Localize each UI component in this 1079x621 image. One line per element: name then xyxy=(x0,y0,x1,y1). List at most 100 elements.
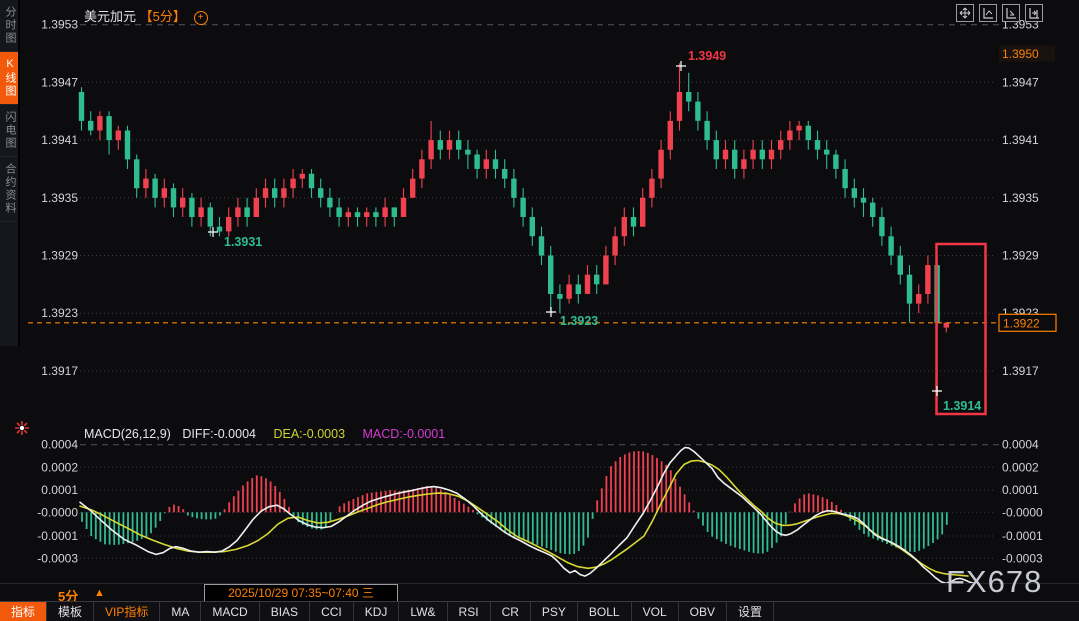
toolbar-item-BIAS[interactable]: BIAS xyxy=(260,602,310,621)
candle-body xyxy=(263,188,268,198)
pan-icon[interactable] xyxy=(956,4,974,22)
candle-body xyxy=(557,294,562,299)
candle-body xyxy=(530,217,535,236)
status-bar: 5分 ▲ 2025/10/29 07:35~07:40 三 xyxy=(0,583,1079,602)
candle-body xyxy=(382,207,387,217)
candle-body xyxy=(622,217,627,236)
axis-label: 1.3950 xyxy=(1002,47,1039,61)
candle-body xyxy=(760,150,765,160)
toolbar-item-VIP指标[interactable]: VIP指标 xyxy=(94,602,160,621)
toolbar-item-RSI[interactable]: RSI xyxy=(448,602,491,621)
candle-body xyxy=(272,188,277,198)
toolbar-item-指标[interactable]: 指标 xyxy=(0,602,47,621)
candle-body xyxy=(235,207,240,217)
candle-body xyxy=(796,126,801,131)
candle-body xyxy=(649,179,654,198)
candle-body xyxy=(576,284,581,294)
candle-body xyxy=(594,275,599,285)
toolbar-item-设置[interactable]: 设置 xyxy=(727,602,774,621)
axis-label: 0.0002 xyxy=(1002,460,1039,474)
toolbar-item-LW&[interactable]: LW& xyxy=(399,602,447,621)
candle-body xyxy=(152,179,157,198)
candle-body xyxy=(548,256,553,295)
toolbar-item-BOLL[interactable]: BOLL xyxy=(578,602,632,621)
toolbar-item-CR[interactable]: CR xyxy=(491,602,531,621)
axis-label: 0.0004 xyxy=(41,438,78,452)
period-label: 【5分】 xyxy=(140,9,186,24)
macd-name: MACD(26,12,9) xyxy=(84,427,171,441)
candle-body xyxy=(336,207,341,217)
toolbar-item-模板[interactable]: 模板 xyxy=(47,602,94,621)
app-window: 分时图K线图闪电图合约资料 美元加元 【5分】 + 1.39491.39311.… xyxy=(0,0,1079,621)
candle-body xyxy=(539,236,544,255)
candle-body xyxy=(143,179,148,189)
axis-label: -0.0003 xyxy=(37,551,78,565)
candle-body xyxy=(723,150,728,160)
status-date-range: 2025/10/29 07:35~07:40 三 xyxy=(204,584,398,602)
chart-canvas[interactable]: 1.39491.39311.39231.39141.39531.39531.39… xyxy=(0,0,1079,621)
candle-body xyxy=(364,212,369,217)
candle-body xyxy=(750,150,755,160)
candle-body xyxy=(171,188,176,207)
candle-body xyxy=(833,155,838,169)
candle-body xyxy=(603,256,608,285)
candle-body xyxy=(677,92,682,121)
toolbar-item-OBV[interactable]: OBV xyxy=(679,602,727,621)
candle-body xyxy=(116,131,121,141)
macd-macd-value: MACD:-0.0001 xyxy=(363,427,446,441)
candle-body xyxy=(465,150,470,155)
watermark: FX678 xyxy=(946,564,1042,600)
add-indicator-icon[interactable]: + xyxy=(194,11,208,25)
candle-body xyxy=(346,212,351,217)
candle-body xyxy=(520,198,525,217)
candle-body xyxy=(686,92,691,102)
axis-left-chart-icon[interactable] xyxy=(979,4,997,22)
candle-body xyxy=(290,179,295,189)
chart-tool-buttons xyxy=(956,4,1043,22)
price-annotation: 1.3949 xyxy=(688,49,726,63)
toolbar-item-MA[interactable]: MA xyxy=(160,602,201,621)
candle-body xyxy=(419,159,424,178)
indicator-settings-icon[interactable] xyxy=(14,420,30,441)
candle-body xyxy=(668,121,673,150)
macd-diff-value: DIFF:-0.0004 xyxy=(182,427,256,441)
candle-body xyxy=(281,188,286,198)
candle-body xyxy=(925,265,930,294)
candle-body xyxy=(300,174,305,179)
axis-label: 1.3922 xyxy=(1003,316,1040,330)
axis-label: -0.0001 xyxy=(37,529,78,543)
candle-body xyxy=(254,198,259,217)
price-cross-marker xyxy=(546,307,556,317)
axis-right-chart-icon[interactable] xyxy=(1025,4,1043,22)
up-triangle-icon[interactable]: ▲ xyxy=(94,587,105,599)
candle-body xyxy=(134,159,139,188)
candle-body xyxy=(714,140,719,159)
macd-dea-value: DEA:-0.0003 xyxy=(273,427,345,441)
candle-body xyxy=(566,284,571,298)
candle-body xyxy=(97,116,102,130)
axis-bottom-chart-icon[interactable] xyxy=(1002,4,1020,22)
toolbar-item-CCI[interactable]: CCI xyxy=(310,602,354,621)
candle-body xyxy=(217,227,222,232)
highlight-box xyxy=(937,244,986,414)
toolbar-item-VOL[interactable]: VOL xyxy=(632,602,679,621)
toolbar-item-MACD[interactable]: MACD xyxy=(201,602,259,621)
price-cross-marker xyxy=(932,386,942,396)
toolbar-item-PSY[interactable]: PSY xyxy=(531,602,578,621)
candle-body xyxy=(861,198,866,203)
axis-label: 1.3941 xyxy=(41,133,78,147)
toolbar-item-KDJ[interactable]: KDJ xyxy=(354,602,400,621)
candle-body xyxy=(88,121,93,131)
axis-label: 0.0001 xyxy=(41,483,78,497)
candle-body xyxy=(162,188,167,198)
axis-label: 0.0004 xyxy=(1002,438,1039,452)
axis-label: 1.3917 xyxy=(1002,364,1039,378)
candle-body xyxy=(392,207,397,217)
price-cross-marker xyxy=(676,61,686,71)
candle-body xyxy=(401,198,406,217)
candle-body xyxy=(806,126,811,140)
candle-body xyxy=(198,207,203,217)
candle-body xyxy=(189,198,194,217)
macd-indicator-header: MACD(26,12,9) DIFF:-0.0004 DEA:-0.0003 M… xyxy=(84,427,445,441)
candle-body xyxy=(658,150,663,179)
